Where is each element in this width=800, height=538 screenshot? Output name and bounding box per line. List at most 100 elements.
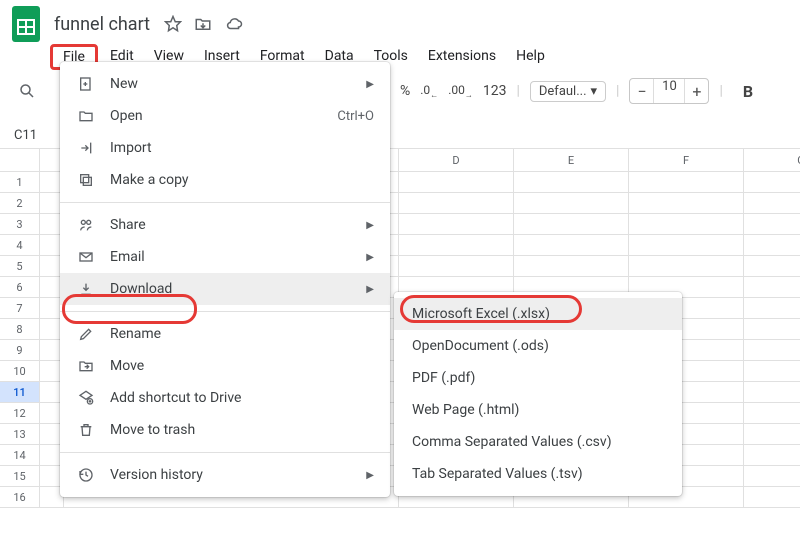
column-header[interactable]: F — [629, 149, 744, 171]
cell[interactable] — [744, 172, 800, 192]
menu-item-email[interactable]: Email ▶ — [60, 241, 390, 273]
column-header[interactable]: E — [514, 149, 629, 171]
cell[interactable] — [744, 214, 800, 234]
move-folder-icon[interactable] — [194, 15, 212, 33]
increase-decimal-button[interactable]: .00→ — [448, 83, 473, 99]
column-header[interactable]: G — [744, 149, 800, 171]
row-header[interactable]: 7 — [0, 298, 40, 318]
menu-item-label: Share — [110, 217, 146, 233]
row-header[interactable]: 16 — [0, 487, 40, 507]
cell[interactable] — [629, 193, 744, 213]
cell[interactable] — [629, 214, 744, 234]
cell[interactable] — [744, 361, 800, 381]
menu-item-share[interactable]: Share ▶ — [60, 209, 390, 241]
menu-item-open[interactable]: Open Ctrl+O — [60, 100, 390, 132]
menu-item-add-shortcut[interactable]: Add shortcut to Drive — [60, 382, 390, 414]
name-box[interactable]: C11 — [8, 126, 43, 145]
submenu-item-xlsx[interactable]: Microsoft Excel (.xlsx) — [394, 298, 682, 330]
select-all-corner[interactable] — [0, 149, 40, 171]
cell[interactable] — [514, 193, 629, 213]
percent-format-button[interactable]: % — [400, 83, 410, 99]
menu-item-rename[interactable]: Rename — [60, 318, 390, 350]
menu-item-label: New — [110, 76, 138, 92]
menu-item-label: Rename — [110, 326, 161, 342]
menu-item-new[interactable]: New ▶ — [60, 68, 390, 100]
cell[interactable] — [744, 277, 800, 297]
cloud-status-icon[interactable] — [224, 15, 244, 33]
shortcut-label: Ctrl+O — [337, 109, 374, 124]
cell[interactable] — [744, 466, 800, 486]
submenu-arrow-icon: ▶ — [366, 284, 374, 295]
cell[interactable] — [399, 235, 514, 255]
row-header[interactable]: 5 — [0, 256, 40, 276]
row-header[interactable]: 3 — [0, 214, 40, 234]
row-header[interactable]: 12 — [0, 403, 40, 423]
menu-help[interactable]: Help — [508, 44, 553, 70]
font-family-select[interactable]: Defaul...▾ — [530, 81, 606, 102]
decrease-font-button[interactable]: − — [630, 79, 654, 103]
cell[interactable] — [744, 382, 800, 402]
cell[interactable] — [744, 445, 800, 465]
cell[interactable] — [399, 214, 514, 234]
cell[interactable] — [514, 235, 629, 255]
cell[interactable] — [514, 214, 629, 234]
cell[interactable] — [744, 298, 800, 318]
submenu-item-csv[interactable]: Comma Separated Values (.csv) — [394, 426, 682, 458]
add-shortcut-icon — [76, 390, 96, 406]
row-header[interactable]: 6 — [0, 277, 40, 297]
row-header[interactable]: 13 — [0, 424, 40, 444]
font-size-input[interactable]: 10 — [654, 79, 684, 103]
row-header[interactable]: 15 — [0, 466, 40, 486]
menu-item-download[interactable]: Download ▶ — [60, 273, 390, 305]
cell[interactable] — [744, 403, 800, 423]
submenu-item-html[interactable]: Web Page (.html) — [394, 394, 682, 426]
row-header[interactable]: 4 — [0, 235, 40, 255]
cell[interactable] — [629, 256, 744, 276]
decrease-decimal-button[interactable]: .0← — [420, 83, 438, 99]
cell[interactable] — [744, 235, 800, 255]
menu-item-label: Import — [110, 140, 152, 156]
menu-separator — [60, 202, 390, 203]
row-header[interactable]: 14 — [0, 445, 40, 465]
submenu-item-tsv[interactable]: Tab Separated Values (.tsv) — [394, 458, 682, 490]
cell[interactable] — [629, 235, 744, 255]
row-header[interactable]: 10 — [0, 361, 40, 381]
number-format-button[interactable]: 123 — [483, 83, 507, 99]
cell[interactable] — [744, 319, 800, 339]
row-header[interactable]: 9 — [0, 340, 40, 360]
download-submenu: Microsoft Excel (.xlsx) OpenDocument (.o… — [394, 292, 682, 496]
document-title[interactable]: funnel chart — [50, 12, 154, 37]
cell[interactable] — [744, 193, 800, 213]
star-icon[interactable] — [164, 15, 182, 33]
increase-font-button[interactable]: + — [684, 79, 708, 103]
row-header[interactable]: 11 — [0, 382, 40, 402]
row-header[interactable]: 2 — [0, 193, 40, 213]
row-header[interactable]: 1 — [0, 172, 40, 192]
submenu-item-ods[interactable]: OpenDocument (.ods) — [394, 330, 682, 362]
cell[interactable] — [744, 340, 800, 360]
menu-item-make-copy[interactable]: Make a copy — [60, 164, 390, 196]
cell[interactable] — [399, 256, 514, 276]
sheets-logo[interactable] — [8, 6, 44, 42]
cell[interactable] — [399, 172, 514, 192]
menu-item-move-to-trash[interactable]: Move to trash — [60, 414, 390, 446]
cell[interactable] — [744, 487, 800, 507]
submenu-item-pdf[interactable]: PDF (.pdf) — [394, 362, 682, 394]
column-header[interactable]: D — [399, 149, 514, 171]
search-icon[interactable] — [14, 78, 40, 104]
row-header[interactable]: 8 — [0, 319, 40, 339]
cell[interactable] — [744, 256, 800, 276]
menu-extensions[interactable]: Extensions — [420, 44, 504, 70]
cell[interactable] — [514, 172, 629, 192]
menu-item-move[interactable]: Move — [60, 350, 390, 382]
copy-icon — [76, 172, 96, 188]
menu-item-label: Open — [110, 108, 143, 124]
menu-item-label: Make a copy — [110, 172, 189, 188]
cell[interactable] — [744, 424, 800, 444]
menu-item-import[interactable]: Import — [60, 132, 390, 164]
menu-item-version-history[interactable]: Version history ▶ — [60, 459, 390, 491]
cell[interactable] — [514, 256, 629, 276]
cell[interactable] — [629, 172, 744, 192]
bold-button[interactable]: B — [743, 82, 753, 101]
cell[interactable] — [399, 193, 514, 213]
